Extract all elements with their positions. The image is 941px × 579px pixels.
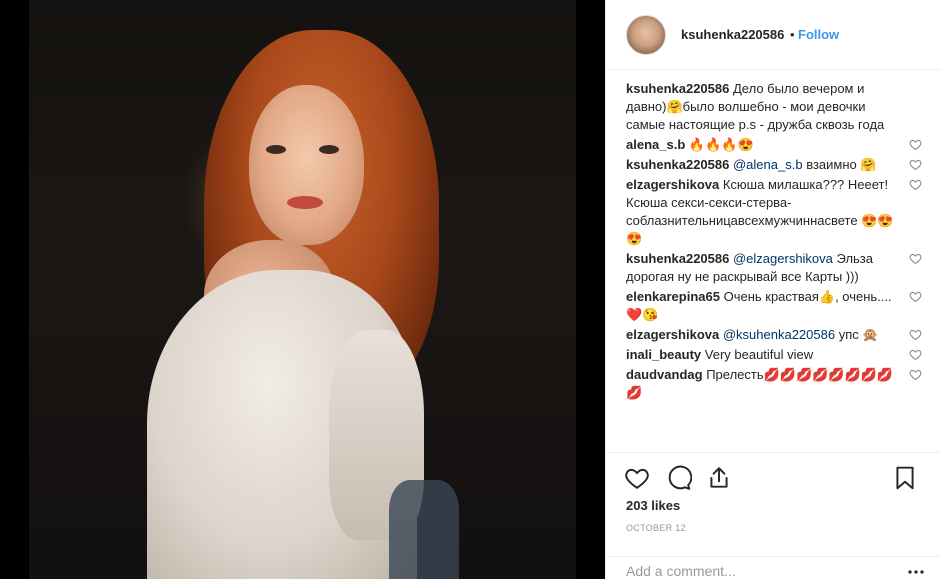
more-options-icon[interactable] bbox=[908, 569, 924, 575]
comment-heart-icon[interactable] bbox=[909, 138, 922, 151]
comment-item: ksuhenka220586 @elzagershikova Эльза дор… bbox=[626, 250, 926, 286]
comment-text: Very beautiful view bbox=[704, 347, 814, 362]
comment-text: упс 🙊 bbox=[838, 327, 879, 342]
photo-frame bbox=[0, 0, 605, 579]
comment-item: alena_s.b 🔥🔥🔥😍 bbox=[626, 136, 926, 154]
comment-item: inali_beauty Very beautiful view bbox=[626, 346, 926, 364]
comment-item: elzagershikova @ksuhenka220586 упс 🙊 bbox=[626, 326, 926, 344]
comment-mention[interactable]: @elzagershikova bbox=[733, 251, 833, 266]
post-header: ksuhenka220586 • Follow bbox=[606, 0, 941, 70]
comment-heart-icon[interactable] bbox=[909, 348, 922, 361]
comment-item: ksuhenka220586 Дело было вечером и давно… bbox=[626, 80, 926, 134]
comment-mention[interactable]: @alena_s.b bbox=[733, 157, 803, 172]
bookmark-icon[interactable] bbox=[892, 465, 918, 491]
post-photo[interactable] bbox=[29, 0, 576, 579]
comment-username[interactable]: elzagershikova bbox=[626, 327, 719, 342]
comment-item: daudvandag Прелесть💋💋💋💋💋💋💋💋💋 bbox=[626, 366, 926, 402]
comment-item: elzagershikova Ксюша милашка??? Нееет! К… bbox=[626, 176, 926, 248]
add-comment-input[interactable] bbox=[626, 563, 886, 579]
avatar[interactable] bbox=[626, 15, 666, 55]
comment-username[interactable]: elenkarepina65 bbox=[626, 289, 720, 304]
comment-username[interactable]: inali_beauty bbox=[626, 347, 701, 362]
header-username[interactable]: ksuhenka220586 bbox=[681, 27, 784, 42]
speech-bubble-icon[interactable] bbox=[666, 465, 692, 491]
comment-username[interactable]: ksuhenka220586 bbox=[626, 251, 729, 266]
likes-count[interactable]: 203 likes bbox=[626, 498, 680, 513]
comment-item: ksuhenka220586 @alena_s.b взаимно 🤗 bbox=[626, 156, 926, 174]
comment-username[interactable]: ksuhenka220586 bbox=[626, 157, 729, 172]
comment-text: взаимно 🤗 bbox=[806, 157, 877, 172]
heart-outline-icon[interactable] bbox=[624, 465, 650, 491]
follow-button[interactable]: Follow bbox=[798, 27, 839, 42]
photo-eye-left bbox=[266, 145, 286, 154]
comment-heart-icon[interactable] bbox=[909, 290, 922, 303]
comment-heart-icon[interactable] bbox=[909, 158, 922, 171]
photo-face bbox=[249, 85, 364, 245]
comment-username[interactable]: ksuhenka220586 bbox=[626, 81, 729, 96]
header-separator: • bbox=[790, 27, 795, 42]
comment-heart-icon[interactable] bbox=[909, 178, 922, 191]
comment-heart-icon[interactable] bbox=[909, 252, 922, 265]
photo-lips bbox=[287, 196, 323, 209]
comment-mention[interactable]: @ksuhenka220586 bbox=[723, 327, 835, 342]
post-actions: 203 likes OCTOBER 12 bbox=[606, 452, 941, 579]
add-comment-bar bbox=[606, 556, 941, 579]
comment-username[interactable]: alena_s.b bbox=[626, 137, 685, 152]
post-side-panel: ksuhenka220586 • Follow ksuhenka220586 Д… bbox=[605, 0, 941, 579]
photo-jeans bbox=[389, 480, 459, 579]
photo-eye-right bbox=[319, 145, 339, 154]
comment-heart-icon[interactable] bbox=[909, 328, 922, 341]
comment-heart-icon[interactable] bbox=[909, 368, 922, 381]
share-icon[interactable] bbox=[706, 465, 732, 491]
post-date: OCTOBER 12 bbox=[626, 523, 686, 533]
comment-username[interactable]: daudvandag bbox=[626, 367, 703, 382]
comment-item: elenkarepina65 Очень краствая👍, очень...… bbox=[626, 288, 926, 324]
comment-text: 🔥🔥🔥😍 bbox=[688, 137, 754, 152]
comments-list: ksuhenka220586 Дело было вечером и давно… bbox=[626, 80, 926, 452]
comment-username[interactable]: elzagershikova bbox=[626, 177, 719, 192]
